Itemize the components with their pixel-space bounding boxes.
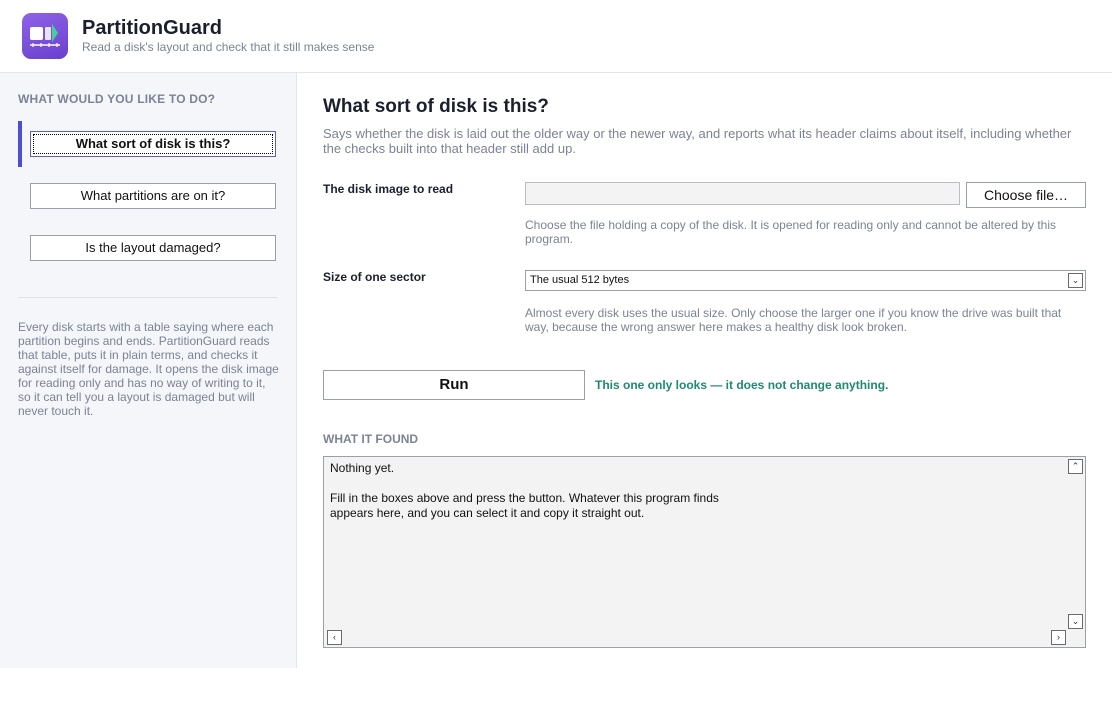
app-subtitle: Read a disk's layout and check that it s… bbox=[82, 40, 375, 54]
page-title: What sort of disk is this? bbox=[323, 96, 549, 117]
sidebar-divider bbox=[18, 297, 277, 298]
app-header: PartitionGuard Read a disk's layout and … bbox=[0, 0, 1112, 73]
nav-disk-type-button[interactable]: What sort of disk is this? bbox=[30, 131, 276, 157]
results-heading: WHAT IT FOUND bbox=[323, 432, 419, 446]
run-safety-note: This one only looks — it does not change… bbox=[595, 378, 889, 392]
sector-size-selected-value: The usual 512 bytes bbox=[530, 274, 630, 286]
run-button[interactable]: Run bbox=[323, 370, 585, 400]
disk-image-path-field[interactable] bbox=[525, 182, 960, 205]
nav-partitions-button[interactable]: What partitions are on it? bbox=[30, 183, 276, 209]
scroll-right-icon[interactable]: › bbox=[1051, 630, 1066, 645]
page-description: Says whether the disk is laid out the ol… bbox=[323, 126, 1072, 156]
scroll-up-icon[interactable]: ⌃ bbox=[1068, 459, 1083, 474]
results-output[interactable]: Nothing yet. Fill in the boxes above and… bbox=[323, 456, 1086, 648]
disk-image-help: Choose the file holding a copy of the di… bbox=[525, 218, 1057, 246]
disk-image-label: The disk image to read bbox=[323, 182, 454, 196]
active-nav-indicator bbox=[18, 121, 22, 167]
sidebar: WHAT WOULD YOU LIKE TO DO? What sort of … bbox=[0, 73, 297, 668]
scroll-down-icon[interactable]: ⌄ bbox=[1068, 614, 1083, 629]
sector-size-select[interactable]: The usual 512 bytes ⌄ bbox=[525, 270, 1086, 291]
choose-file-button[interactable]: Choose file… bbox=[966, 182, 1086, 208]
app-title: PartitionGuard bbox=[82, 17, 223, 39]
nav-damage-check-button[interactable]: Is the layout damaged? bbox=[30, 235, 276, 261]
partition-logo-icon bbox=[22, 13, 68, 59]
sector-size-label: Size of one sector bbox=[323, 270, 426, 284]
scroll-left-icon[interactable]: ‹ bbox=[327, 630, 342, 645]
chevron-down-icon[interactable]: ⌄ bbox=[1068, 273, 1083, 288]
sidebar-heading: WHAT WOULD YOU LIKE TO DO? bbox=[18, 92, 216, 106]
results-text[interactable]: Nothing yet. Fill in the boxes above and… bbox=[330, 461, 719, 521]
sector-size-help: Almost every disk uses the usual size. O… bbox=[525, 306, 1062, 334]
sidebar-about-text: Every disk starts with a table saying wh… bbox=[18, 320, 279, 418]
